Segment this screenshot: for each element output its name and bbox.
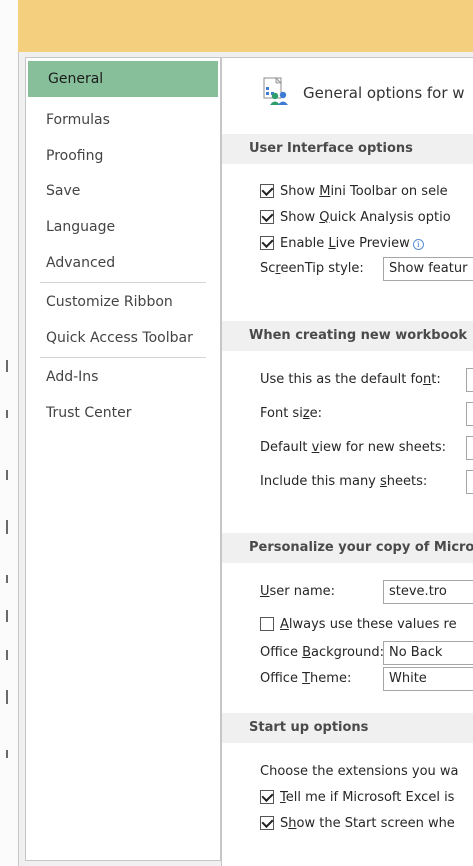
font-size-dropdown[interactable] (466, 402, 473, 426)
nav-divider (40, 282, 206, 283)
user-name-input[interactable]: steve.tro (383, 580, 473, 604)
nav-item-trust-center[interactable]: Trust Center (26, 395, 220, 431)
always-use-option[interactable]: Always use these values re (260, 614, 457, 636)
start-screen-checkbox[interactable] (260, 816, 274, 830)
screentip-label: ScreenTip style: (260, 261, 364, 276)
nav-item-save[interactable]: Save (26, 173, 220, 209)
office-theme-dropdown[interactable]: White (383, 667, 473, 691)
nav-item-formulas[interactable]: Formulas (26, 102, 220, 138)
tell-me-default-option[interactable]: Tell me if Microsoft Excel is (260, 787, 454, 809)
dialog-title-bar (18, 0, 473, 52)
page-title: General options for w (303, 84, 465, 102)
sheets-count-stepper[interactable] (466, 470, 473, 494)
nav-item-customize-ribbon[interactable]: Customize Ribbon (26, 284, 220, 320)
background-window-edge (0, 0, 18, 866)
live-preview-option[interactable]: Enable Live Preview i (260, 233, 424, 255)
section-personalize: Personalize your copy of Micro (222, 533, 473, 563)
screentip-style-dropdown[interactable]: Show featur (383, 257, 473, 281)
section-user-interface: User Interface options (222, 134, 473, 164)
user-name-label: User name: (260, 584, 336, 599)
font-size-label: Font size: (260, 406, 323, 421)
nav-item-proofing[interactable]: Proofing (26, 138, 220, 174)
always-use-checkbox[interactable] (260, 617, 274, 631)
options-nav: General Formulas Proofing Save Language … (25, 57, 221, 861)
start-screen-option[interactable]: Show the Start screen whe (260, 813, 455, 835)
general-options-panel: General options for w User Interface opt… (221, 57, 473, 866)
office-background-label: Office Background: (260, 645, 385, 660)
mini-toolbar-checkbox[interactable] (260, 184, 274, 198)
excel-options-dialog: General Formulas Proofing Save Language … (18, 52, 473, 866)
tell-me-default-checkbox[interactable] (260, 790, 274, 804)
default-font-label: Use this as the default font: (260, 372, 441, 387)
sheets-count-label: Include this many sheets: (260, 474, 428, 489)
live-preview-checkbox[interactable] (260, 236, 274, 250)
nav-item-general[interactable]: General (28, 61, 218, 97)
extensions-text: Choose the extensions you wa (260, 764, 459, 779)
section-startup: Start up options (222, 713, 473, 743)
nav-item-add-ins[interactable]: Add-Ins (26, 359, 220, 395)
info-icon[interactable]: i (412, 238, 424, 250)
section-new-workbook: When creating new workbook (222, 321, 473, 351)
default-font-dropdown[interactable] (466, 368, 473, 392)
default-view-dropdown[interactable] (466, 436, 473, 460)
office-theme-label: Office Theme: (260, 671, 352, 686)
default-view-label: Default view for new sheets: (260, 440, 446, 455)
nav-divider (40, 357, 206, 358)
office-background-dropdown[interactable]: No Back (383, 641, 473, 665)
nav-item-advanced[interactable]: Advanced (26, 245, 220, 281)
mini-toolbar-option[interactable]: Show Mini Toolbar on sele (260, 181, 448, 203)
quick-analysis-option[interactable]: Show Quick Analysis optio (260, 207, 451, 229)
nav-item-quick-access-toolbar[interactable]: Quick Access Toolbar (26, 320, 220, 356)
nav-item-language[interactable]: Language (26, 209, 220, 245)
general-options-icon (263, 77, 288, 105)
quick-analysis-checkbox[interactable] (260, 210, 274, 224)
